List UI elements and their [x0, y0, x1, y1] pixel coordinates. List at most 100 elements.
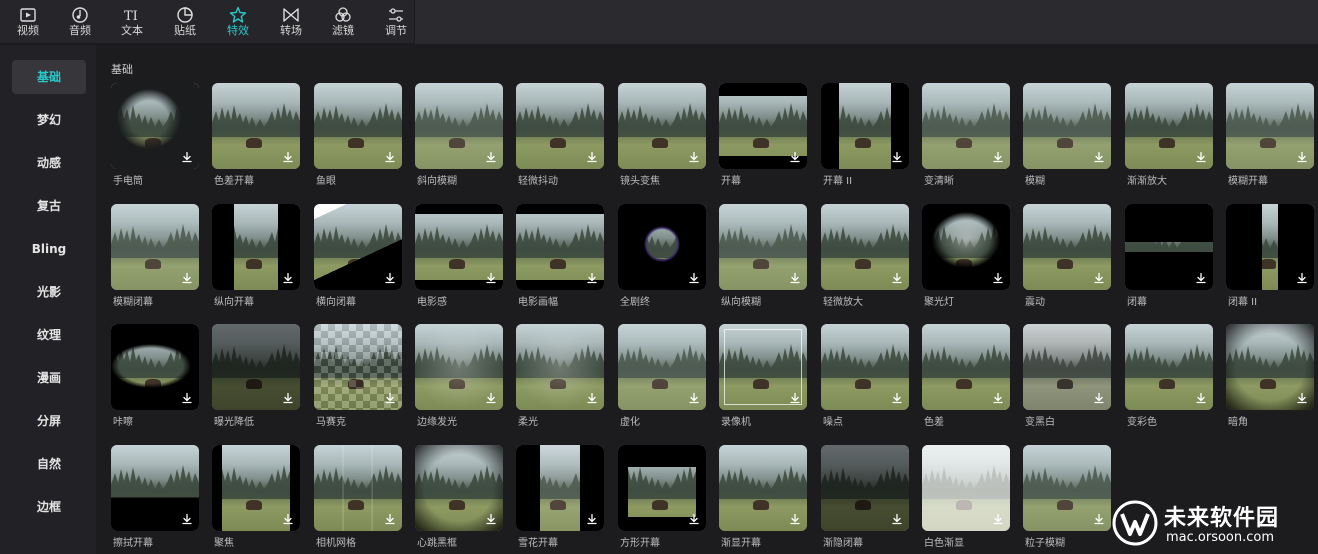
effect-card[interactable]: 变彩色	[1125, 324, 1213, 428]
effect-card[interactable]: 轻微抖动	[516, 83, 604, 187]
download-icon[interactable]	[384, 513, 396, 525]
effect-card[interactable]: 斜向模糊	[415, 83, 503, 187]
sidebar-item-0[interactable]: 基础	[12, 60, 86, 94]
effect-card[interactable]: 雪花开幕	[516, 445, 604, 549]
download-icon[interactable]	[891, 513, 903, 525]
download-icon[interactable]	[891, 151, 903, 163]
effect-card[interactable]: 闭幕 II	[1226, 204, 1314, 308]
download-icon[interactable]	[384, 392, 396, 404]
download-icon[interactable]	[384, 151, 396, 163]
sidebar-item-8[interactable]: 分屏	[12, 404, 86, 438]
effect-card[interactable]: 色差开幕	[212, 83, 300, 187]
effect-card[interactable]: 纵向开幕	[212, 204, 300, 308]
download-icon[interactable]	[1296, 272, 1308, 284]
effect-card[interactable]: 纵向模糊	[719, 204, 807, 308]
download-icon[interactable]	[992, 272, 1004, 284]
download-icon[interactable]	[282, 151, 294, 163]
download-icon[interactable]	[282, 513, 294, 525]
effect-card[interactable]: 变黑白	[1023, 324, 1111, 428]
effect-card[interactable]: 柔光	[516, 324, 604, 428]
tab-text[interactable]: TI 文本	[106, 4, 158, 40]
sidebar-item-5[interactable]: 光影	[12, 275, 86, 309]
effect-card[interactable]: 横向闭幕	[314, 204, 402, 308]
sidebar-item-3[interactable]: 复古	[12, 189, 86, 223]
download-icon[interactable]	[688, 392, 700, 404]
download-icon[interactable]	[1195, 392, 1207, 404]
download-icon[interactable]	[282, 392, 294, 404]
download-icon[interactable]	[485, 513, 497, 525]
download-icon[interactable]	[688, 151, 700, 163]
download-icon[interactable]	[789, 151, 801, 163]
sidebar-item-9[interactable]: 自然	[12, 447, 86, 481]
tab-audio[interactable]: 音频	[54, 4, 106, 40]
effect-card[interactable]: 变清晰	[922, 83, 1010, 187]
download-icon[interactable]	[586, 392, 598, 404]
download-icon[interactable]	[181, 151, 193, 163]
effect-card[interactable]: 鱼眼	[314, 83, 402, 187]
effect-card[interactable]: 噪点	[821, 324, 909, 428]
effect-card[interactable]: 聚光灯	[922, 204, 1010, 308]
effect-card[interactable]: 手电筒	[111, 83, 199, 187]
download-icon[interactable]	[789, 272, 801, 284]
effect-card[interactable]: 白色渐显	[922, 445, 1010, 549]
download-icon[interactable]	[282, 272, 294, 284]
download-icon[interactable]	[586, 151, 598, 163]
download-icon[interactable]	[485, 272, 497, 284]
effect-card[interactable]: 边缘发光	[415, 324, 503, 428]
download-icon[interactable]	[586, 513, 598, 525]
effect-card[interactable]: 曝光降低	[212, 324, 300, 428]
effect-card[interactable]: 暗角	[1226, 324, 1314, 428]
download-icon[interactable]	[789, 513, 801, 525]
tab-filter[interactable]: 滤镜	[317, 4, 369, 40]
download-icon[interactable]	[485, 392, 497, 404]
effect-card[interactable]: 方形开幕	[618, 445, 706, 549]
effect-card[interactable]: 擦拭开幕	[111, 445, 199, 549]
effect-card[interactable]: 开幕 II	[821, 83, 909, 187]
effect-card[interactable]: 咔嚓	[111, 324, 199, 428]
download-icon[interactable]	[1195, 272, 1207, 284]
effect-card[interactable]: 镜头变焦	[618, 83, 706, 187]
download-icon[interactable]	[891, 272, 903, 284]
effect-card[interactable]: 粒子模糊	[1023, 445, 1111, 549]
effect-card[interactable]: 聚焦	[212, 445, 300, 549]
download-icon[interactable]	[789, 392, 801, 404]
tab-adjust[interactable]: 调节	[370, 4, 422, 40]
effect-card[interactable]: 模糊开幕	[1226, 83, 1314, 187]
tab-video[interactable]: 视频	[2, 4, 54, 40]
sidebar-item-6[interactable]: 纹理	[12, 318, 86, 352]
effect-card[interactable]: 电影感	[415, 204, 503, 308]
download-icon[interactable]	[384, 272, 396, 284]
download-icon[interactable]	[1195, 151, 1207, 163]
tab-transition[interactable]: 转场	[265, 4, 317, 40]
effect-card[interactable]: 模糊	[1023, 83, 1111, 187]
sidebar-item-4[interactable]: Bling	[12, 232, 86, 266]
sidebar-item-10[interactable]: 边框	[12, 490, 86, 524]
download-icon[interactable]	[1093, 513, 1105, 525]
effect-card[interactable]: 心跳黑框	[415, 445, 503, 549]
download-icon[interactable]	[1093, 392, 1105, 404]
sidebar-item-7[interactable]: 漫画	[12, 361, 86, 395]
effect-card[interactable]: 马赛克	[314, 324, 402, 428]
effect-card[interactable]: 虚化	[618, 324, 706, 428]
tab-sticker[interactable]: 贴纸	[159, 4, 211, 40]
download-icon[interactable]	[992, 513, 1004, 525]
effect-card[interactable]: 电影画幅	[516, 204, 604, 308]
effect-card[interactable]: 闭幕	[1125, 204, 1213, 308]
download-icon[interactable]	[181, 272, 193, 284]
download-icon[interactable]	[992, 392, 1004, 404]
download-icon[interactable]	[485, 151, 497, 163]
download-icon[interactable]	[181, 392, 193, 404]
download-icon[interactable]	[688, 513, 700, 525]
sidebar-item-2[interactable]: 动感	[12, 146, 86, 180]
effect-card[interactable]: 轻微放大	[821, 204, 909, 308]
download-icon[interactable]	[891, 392, 903, 404]
download-icon[interactable]	[688, 272, 700, 284]
effect-card[interactable]: 开幕	[719, 83, 807, 187]
sidebar-item-1[interactable]: 梦幻	[12, 103, 86, 137]
download-icon[interactable]	[992, 151, 1004, 163]
download-icon[interactable]	[586, 272, 598, 284]
download-icon[interactable]	[1296, 151, 1308, 163]
download-icon[interactable]	[1093, 272, 1105, 284]
effect-card[interactable]: 全剧终	[618, 204, 706, 308]
effect-card[interactable]: 震动	[1023, 204, 1111, 308]
